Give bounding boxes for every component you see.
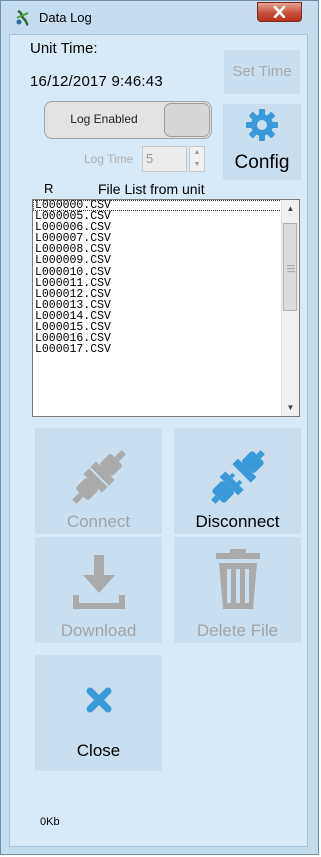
log-time-label: Log Time (84, 152, 134, 166)
scroll-down-icon[interactable]: ▼ (282, 399, 299, 416)
file-list-scrollbar[interactable]: ▲ — — — ▼ (281, 200, 299, 416)
close-button[interactable]: Close (35, 655, 162, 771)
status-size: 0Kb (40, 816, 60, 828)
config-label: Config (234, 152, 290, 173)
spin-down-icon[interactable]: ▼ (190, 159, 204, 171)
close-icon (273, 6, 286, 18)
scroll-up-icon[interactable]: ▲ (282, 200, 299, 217)
set-time-button[interactable]: Set Time (224, 50, 300, 94)
set-time-label: Set Time (232, 63, 292, 80)
file-listbox[interactable]: L000000.CSV L000005.CSV L000006.CSV L000007… (32, 199, 300, 417)
unit-time-value: 16/12/2017 9:46:43 (30, 73, 163, 90)
close-x-icon (86, 687, 111, 713)
unit-time-label: Unit Time: (30, 40, 98, 57)
plug-disconnected-icon (210, 450, 265, 504)
close-label: Close (76, 741, 121, 760)
log-time-spinner[interactable]: ▲ ▼ (189, 146, 205, 172)
log-enabled-label: Log Enabled (70, 112, 138, 126)
gear-icon (246, 109, 278, 141)
download-icon (72, 555, 125, 609)
delete-file-button[interactable]: Delete File (174, 537, 301, 643)
connect-label: Connect (66, 512, 131, 531)
config-button[interactable]: Config (223, 104, 301, 180)
connect-button[interactable]: Connect (35, 428, 162, 534)
file-list-item[interactable]: L000009.CSV (33, 255, 282, 267)
plug-connected-icon (71, 450, 126, 504)
log-enabled-toggle[interactable]: Log Enabled (44, 101, 212, 139)
scroll-grip-icon: — — — (287, 261, 295, 276)
file-list-item[interactable]: L000017.CSV (33, 344, 282, 356)
file-list[interactable]: L000000.CSV L000005.CSV L000006.CSV L000007… (33, 200, 282, 416)
spin-up-icon[interactable]: ▲ (190, 147, 204, 159)
file-list-title: File List from unit (98, 181, 205, 197)
delete-file-label: Delete File (196, 621, 279, 640)
refresh-label[interactable]: R (44, 181, 53, 196)
app-icon (16, 10, 29, 26)
scroll-thumb[interactable]: — — — (283, 223, 297, 311)
disconnect-button[interactable]: Disconnect (174, 428, 301, 534)
download-button[interactable]: Download (35, 537, 162, 643)
download-label: Download (60, 621, 137, 640)
title-bar[interactable]: Data Log (1, 1, 318, 35)
window-close-button[interactable] (257, 2, 302, 22)
file-list-item[interactable]: L000010.CSV (33, 266, 282, 278)
window-title: Data Log (39, 10, 92, 25)
disconnect-label: Disconnect (195, 512, 280, 531)
trash-icon (215, 549, 260, 609)
toggle-knob[interactable] (164, 103, 210, 137)
log-time-input[interactable]: 5 (142, 146, 187, 172)
